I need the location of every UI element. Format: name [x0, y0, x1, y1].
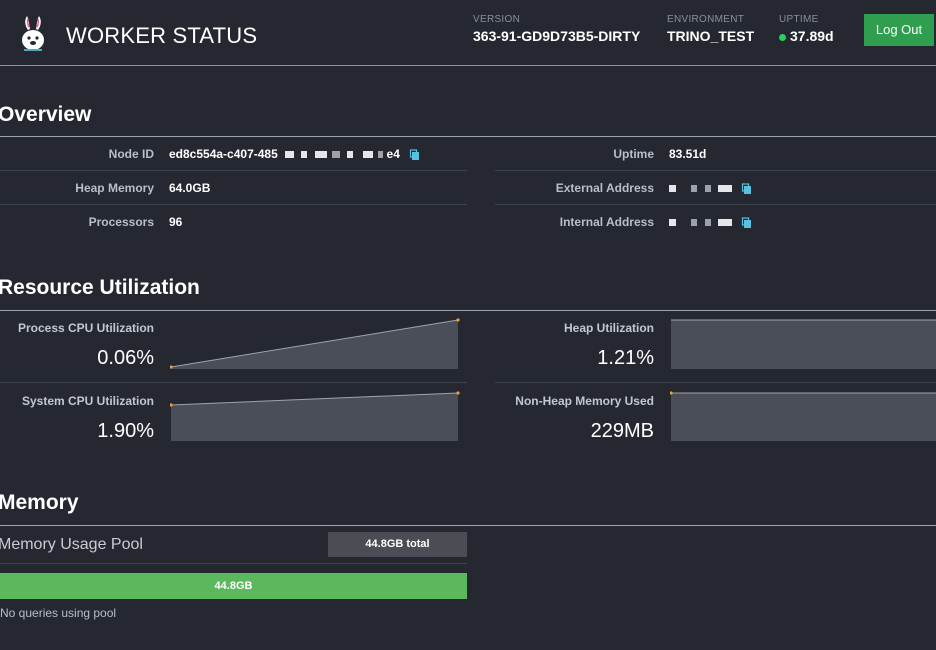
overview-title: Overview [0, 103, 92, 126]
process-cpu-value: 0.06% [97, 347, 154, 369]
memory-pool-bar-label: 44.8GB [214, 580, 253, 592]
non-heap-memory-value: 229MB [590, 420, 654, 442]
memory-title: Memory [0, 491, 79, 514]
external-address-redacted [669, 181, 735, 195]
non-heap-memory-sparkline [670, 391, 936, 441]
node-id-redacted [285, 147, 386, 161]
environment-value: TRINO_TEST [667, 28, 755, 44]
heap-memory-row: Heap Memory 64.0GB [0, 171, 467, 204]
memory-pool-total-badge: 44.8GB total [328, 532, 467, 557]
environment-block: ENVIRONMENT TRINO_TEST [667, 14, 754, 44]
logout-button[interactable]: Log Out [864, 14, 934, 46]
node-id-text: ed8c554a-c407-485 [169, 147, 278, 161]
memory-pool-title: Memory Usage Pool [0, 536, 143, 553]
internal-address-value [669, 215, 753, 229]
system-cpu-label: System CPU Utilization [21, 394, 154, 408]
internal-address-redacted [669, 215, 735, 229]
version-block: VERSION 363-91-GD9D73B5-DIRTY [473, 14, 640, 44]
copy-external-address-icon[interactable] [741, 183, 753, 195]
non-heap-memory-label: Non-Heap Memory Used [515, 394, 654, 408]
copy-internal-address-icon[interactable] [741, 217, 753, 229]
external-address-value [669, 181, 753, 195]
uptime-row: Uptime 83.51d [495, 137, 936, 170]
uptime-label: UPTIME [779, 14, 819, 25]
system-cpu-spark-area [171, 393, 458, 441]
version-value: 363-91-GD9D73B5-DIRTY [473, 28, 641, 44]
internal-address-label: Internal Address [559, 215, 654, 229]
process-cpu-sparkline [170, 318, 460, 369]
process-cpu-label: Process CPU Utilization [17, 321, 154, 335]
resource-divider [0, 310, 936, 311]
environment-label: ENVIRONMENT [667, 14, 745, 25]
copy-node-id-icon[interactable] [409, 149, 421, 161]
no-queries-text: No queries using pool [0, 606, 117, 620]
node-id-row: Node ID ed8c554a-c407-485 e4 [0, 137, 467, 170]
uptime-value: 37.89d [790, 28, 834, 44]
external-address-row: External Address [495, 171, 936, 204]
memory-divider [0, 525, 936, 526]
spark-end-point [456, 391, 460, 395]
memory-pool-bar: 44.8GB [0, 573, 467, 599]
uptime-row-label: Uptime [613, 147, 654, 161]
system-cpu-sparkline [170, 391, 460, 441]
heap-memory-value: 64.0GB [169, 181, 211, 195]
version-label: VERSION [473, 14, 521, 25]
system-cpu-value: 1.90% [97, 420, 154, 442]
bunny-logo-icon [22, 16, 44, 51]
processors-value: 96 [169, 215, 183, 229]
resource-utilization-title: Resource Utilization [0, 276, 200, 299]
external-address-label: External Address [555, 181, 654, 195]
processors-row: Processors 96 [0, 205, 467, 238]
row-divider [0, 563, 467, 564]
app-title: WORKER STATUS [66, 23, 258, 48]
heap-utilization-value: 1.21% [597, 347, 654, 369]
heap-spark-area [671, 320, 936, 369]
spark-end-point [456, 318, 460, 322]
uptime-block: UPTIME 37.89d [779, 14, 834, 44]
top-bar: WORKER STATUS VERSION 363-91-GD9D73B5-DI… [0, 0, 936, 66]
heap-memory-label: Heap Memory [75, 181, 154, 195]
row-divider [495, 382, 936, 383]
internal-address-row: Internal Address [495, 205, 936, 238]
uptime-value-wrap: 37.89d [779, 28, 834, 44]
non-heap-spark-area [671, 393, 936, 441]
status-indicator-icon [779, 33, 786, 41]
heap-utilization-sparkline [671, 319, 936, 369]
heap-utilization-label: Heap Utilization [563, 321, 654, 335]
node-id-label: Node ID [108, 147, 154, 161]
uptime-row-value: 83.51d [669, 147, 707, 161]
node-id-value: ed8c554a-c407-485 e4 [169, 147, 421, 161]
node-id-suffix: e4 [386, 147, 400, 161]
row-divider [0, 382, 467, 383]
processors-label: Processors [88, 215, 154, 229]
